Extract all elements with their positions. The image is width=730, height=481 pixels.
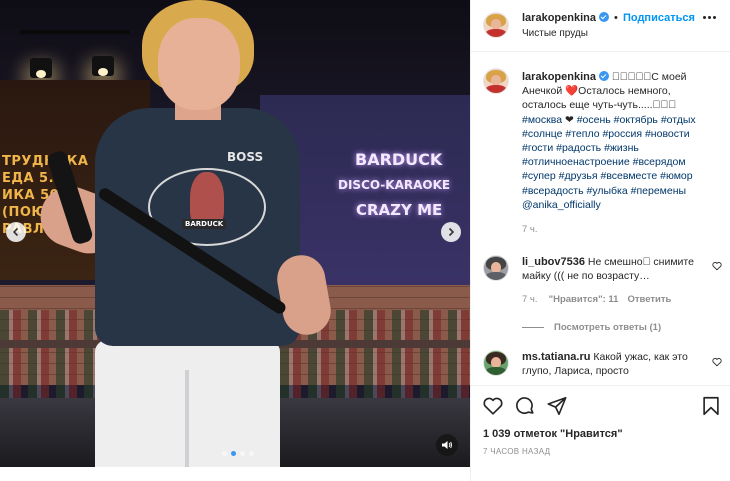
hashtag-link[interactable]: #супер xyxy=(522,170,556,182)
more-horizontal-icon[interactable] xyxy=(703,16,719,22)
comment: ms.tatiana.ru Какой ужас, как это глупо,… xyxy=(522,350,702,378)
hashtag-link[interactable]: #перемены xyxy=(631,185,686,197)
comment-username[interactable]: ms.tatiana.ru xyxy=(522,351,590,363)
chevron-right-icon xyxy=(448,227,455,237)
post-timestamp: 7 ЧАСОВ НАЗАД xyxy=(483,447,551,456)
post-header: larakopenkina • Подписаться Чистые пруды xyxy=(471,0,730,52)
caption-username[interactable]: larakopenkina xyxy=(522,71,596,83)
author-avatar[interactable] xyxy=(483,12,509,38)
prev-slide-button[interactable] xyxy=(6,222,26,242)
commenter-avatar[interactable] xyxy=(483,350,509,376)
carousel-dot xyxy=(240,451,245,456)
post-media[interactable]: ТРУДНИКА ЕДА 5.0 ИКА 50.00 (ПОЮ О РАВЛЯЮ… xyxy=(0,0,470,467)
mention-link[interactable]: @anika_officially xyxy=(522,199,601,211)
next-slide-button[interactable] xyxy=(441,222,461,242)
author-avatar[interactable] xyxy=(483,68,509,94)
neon-sign-line: DISCO-KARAOKE xyxy=(338,178,451,192)
comment-time: 7 ч. xyxy=(522,294,538,305)
post-details-panel: larakopenkina • Подписаться Чистые пруды… xyxy=(470,0,730,481)
board-line: ТРУДНИКА xyxy=(2,154,89,169)
hashtag-link: ❤ xyxy=(564,113,574,126)
carousel-dot-active xyxy=(231,451,236,456)
spotlight xyxy=(92,56,114,76)
hashtag-link[interactable]: #россия xyxy=(602,128,642,140)
hashtag-link[interactable]: #осень xyxy=(577,114,611,126)
comment-like-heart-icon[interactable] xyxy=(712,357,722,367)
neon-sign-line: BARDUCK xyxy=(355,150,443,169)
carousel-dot xyxy=(249,451,254,456)
light-rail xyxy=(20,30,130,34)
view-replies-label[interactable]: Посмотреть ответы (1) xyxy=(554,322,661,333)
comment-icon[interactable] xyxy=(514,395,536,417)
comment-like-heart-icon[interactable] xyxy=(712,261,722,271)
likes-count[interactable]: 1 039 отметок "Нравится" xyxy=(483,428,623,440)
chevron-left-icon xyxy=(12,227,19,237)
hashtag-link[interactable]: #жизнь xyxy=(604,142,639,154)
send-icon[interactable] xyxy=(546,395,568,417)
follow-button[interactable]: Подписаться xyxy=(623,12,695,24)
comment: li_ubov7536 Не смешно􀀀 снимите майку (((… xyxy=(522,255,702,283)
sound-toggle-button[interactable] xyxy=(436,434,458,456)
view-replies-toggle[interactable]: Посмотреть ответы (1) xyxy=(522,321,661,333)
person-face xyxy=(158,18,240,110)
comments-section: larakopenkina 􀀀􀀀􀀀􀀀􀀀С моей Анечкой ❤️Оста… xyxy=(471,53,730,385)
comment-username[interactable]: li_ubov7536 xyxy=(522,256,585,268)
hashtag-list: #москва ❤ #осень #октябрь #отдых #солнце… xyxy=(522,114,696,197)
comment-likes[interactable]: "Нравится": 11 xyxy=(549,294,619,305)
replies-line xyxy=(522,326,544,328)
verified-badge-icon xyxy=(598,71,609,81)
shirt-print-text: BOSS xyxy=(227,150,264,164)
separator-dot: • xyxy=(614,12,618,24)
hashtag-link[interactable]: #новости xyxy=(645,128,690,140)
caption-time: 7 ч. xyxy=(522,224,538,235)
hashtag-link[interactable]: #радость xyxy=(556,142,601,154)
hashtag-link[interactable]: #всерадость xyxy=(522,185,584,197)
hashtag-link[interactable]: #всевместе xyxy=(600,170,657,182)
commenter-avatar[interactable] xyxy=(483,255,509,281)
heart-icon[interactable] xyxy=(482,395,504,417)
neon-sign-line: CRAZY ME xyxy=(356,201,443,219)
spotlight xyxy=(30,58,52,78)
reply-button[interactable]: Ответить xyxy=(627,294,671,305)
hashtag-link[interactable]: #отдых xyxy=(661,114,696,126)
hashtag-link[interactable]: #всерядом xyxy=(633,156,686,168)
verified-badge-icon xyxy=(598,12,609,22)
hashtag-link[interactable]: #октябрь xyxy=(614,114,658,126)
bookmark-icon[interactable] xyxy=(700,395,722,417)
hashtag-link[interactable]: #солнце xyxy=(522,128,562,140)
post-location[interactable]: Чистые пруды xyxy=(522,28,588,39)
hashtag-link[interactable]: #тепло xyxy=(565,128,599,140)
hashtag-link[interactable]: #друзья xyxy=(559,170,598,182)
hashtag-link[interactable]: #юмор xyxy=(660,170,693,182)
hashtag-link[interactable]: #отличноенастроение xyxy=(522,156,630,168)
speaker-icon xyxy=(442,441,452,449)
carousel-indicator xyxy=(222,451,254,456)
shirt-print-badge: BARDUCK xyxy=(182,219,227,229)
post-caption: larakopenkina 􀀀􀀀􀀀􀀀􀀀С моей Анечкой ❤️Оста… xyxy=(522,70,718,212)
hashtag-link[interactable]: #гости xyxy=(522,142,553,154)
author-username[interactable]: larakopenkina xyxy=(522,12,596,24)
carousel-dot xyxy=(222,451,227,456)
hashtag-link[interactable]: #москва xyxy=(522,114,562,126)
person-jeans xyxy=(95,340,280,467)
hashtag-link[interactable]: #улыбка xyxy=(587,185,628,197)
photo-scene: ТРУДНИКА ЕДА 5.0 ИКА 50.00 (ПОЮ О РАВЛЯЮ… xyxy=(0,0,470,467)
comment-meta: 7 ч. "Нравится": 11 Ответить xyxy=(522,293,671,305)
